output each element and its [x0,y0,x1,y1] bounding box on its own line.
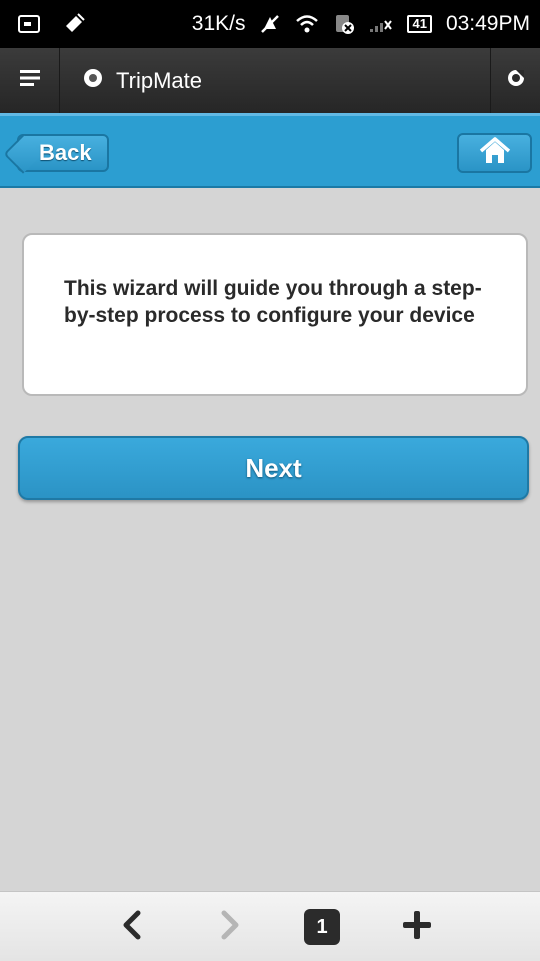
reload-button[interactable] [490,48,540,113]
browser-bottom-bar: 1 [0,891,540,961]
tab-count-badge: 1 [304,909,340,945]
new-tab-button[interactable] [395,892,439,961]
battery-indicator: 41 [407,15,432,33]
back-button-label: Back [39,140,92,165]
chevron-right-icon [218,909,242,946]
status-bar: 31K/s 41 03:49PM [0,0,540,48]
intro-card: This wizard will guide you through a ste… [22,233,528,396]
menu-button[interactable] [0,48,60,113]
wifi-icon [295,14,319,34]
nav-back-button[interactable] [110,892,154,961]
next-button[interactable]: Next [18,436,529,500]
menu-icon [18,68,42,93]
debug-icon [62,12,86,36]
screenshot-icon [18,15,40,33]
clock: 03:49PM [445,12,530,35]
app-header: Back [0,113,540,188]
plus-icon [400,908,434,947]
home-button[interactable] [457,133,532,173]
signal-icon [369,15,393,33]
network-speed: 31K/s [191,12,246,35]
nav-forward-button[interactable] [208,892,252,961]
reload-icon [505,67,527,94]
home-icon [478,136,512,171]
back-button[interactable]: Back [17,134,109,172]
intro-text: This wizard will guide you through a ste… [64,277,482,327]
site-icon [82,67,104,95]
address-bar[interactable]: TripMate [60,48,490,113]
browser-bar: TripMate [0,48,540,113]
sim-error-icon [333,13,355,35]
next-button-label: Next [245,452,302,483]
notifications-off-icon [259,13,281,35]
page-title: TripMate [116,67,202,93]
chevron-left-icon [120,909,144,946]
tabs-button[interactable]: 1 [300,892,344,961]
